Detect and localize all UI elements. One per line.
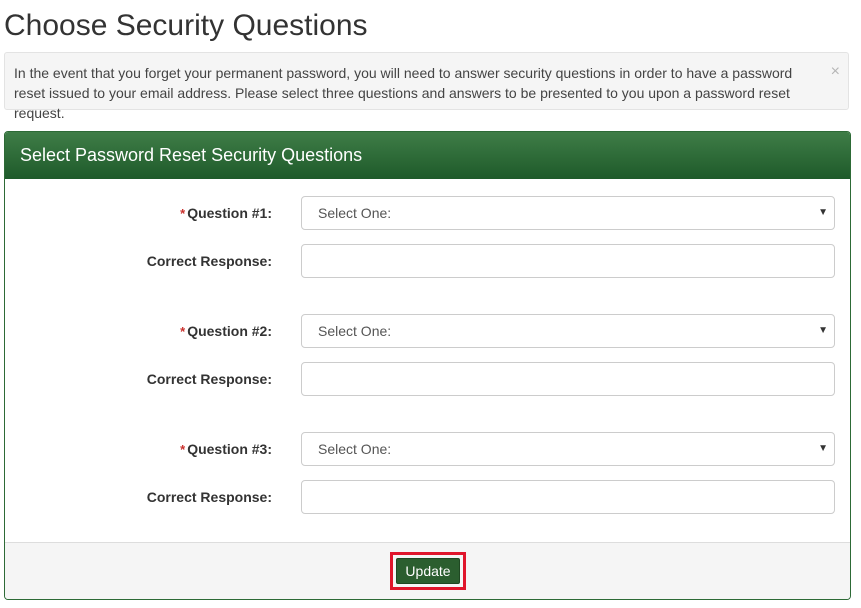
response-1-row: Correct Response:: [5, 244, 850, 278]
required-indicator: *: [180, 324, 186, 339]
response-2-row: Correct Response:: [5, 362, 850, 396]
alert-text: In the event that you forget your perman…: [14, 65, 793, 121]
chevron-down-icon: ▼: [818, 443, 828, 454]
question-3-selected-value: Select One:: [318, 441, 392, 457]
question-1-label: * Question #1:: [180, 196, 272, 230]
question-2-select[interactable]: Select One: ▼: [301, 314, 835, 348]
update-button-highlight: Update: [390, 552, 466, 590]
update-button[interactable]: Update: [396, 558, 460, 584]
question-3-select[interactable]: Select One: ▼: [301, 432, 835, 466]
question-2-row: * Question #2: Select One: ▼: [5, 314, 850, 348]
question-3-label: * Question #3:: [180, 432, 272, 466]
response-3-row: Correct Response:: [5, 480, 850, 514]
chevron-down-icon: ▼: [818, 207, 828, 218]
question-3-row: * Question #3: Select One: ▼: [5, 432, 850, 466]
question-2-selected-value: Select One:: [318, 323, 392, 339]
question-1-select[interactable]: Select One: ▼: [301, 196, 835, 230]
response-2-input[interactable]: [301, 362, 835, 396]
info-alert: In the event that you forget your perman…: [4, 52, 849, 121]
security-questions-panel: Select Password Reset Security Questions…: [4, 131, 851, 600]
response-3-label: Correct Response:: [146, 489, 272, 505]
close-icon[interactable]: ×: [831, 62, 840, 82]
question-2-label-text: Question #2:: [187, 323, 272, 339]
question-3-label-text: Question #3:: [187, 441, 272, 457]
chevron-down-icon: ▼: [818, 325, 828, 336]
response-1-input[interactable]: [301, 244, 835, 278]
page-title: Choose Security Questions: [4, 9, 368, 42]
question-1-selected-value: Select One:: [318, 205, 392, 221]
response-1-label: Correct Response:: [146, 253, 272, 269]
response-2-label: Correct Response:: [146, 371, 272, 387]
question-2-label: * Question #2:: [180, 314, 272, 348]
required-indicator: *: [180, 442, 186, 457]
panel-footer: Update: [5, 542, 850, 599]
question-1-row: * Question #1: Select One: ▼: [5, 196, 850, 230]
response-3-input[interactable]: [301, 480, 835, 514]
question-1-label-text: Question #1:: [187, 205, 272, 221]
panel-heading: Select Password Reset Security Questions: [5, 132, 850, 179]
required-indicator: *: [180, 206, 186, 221]
